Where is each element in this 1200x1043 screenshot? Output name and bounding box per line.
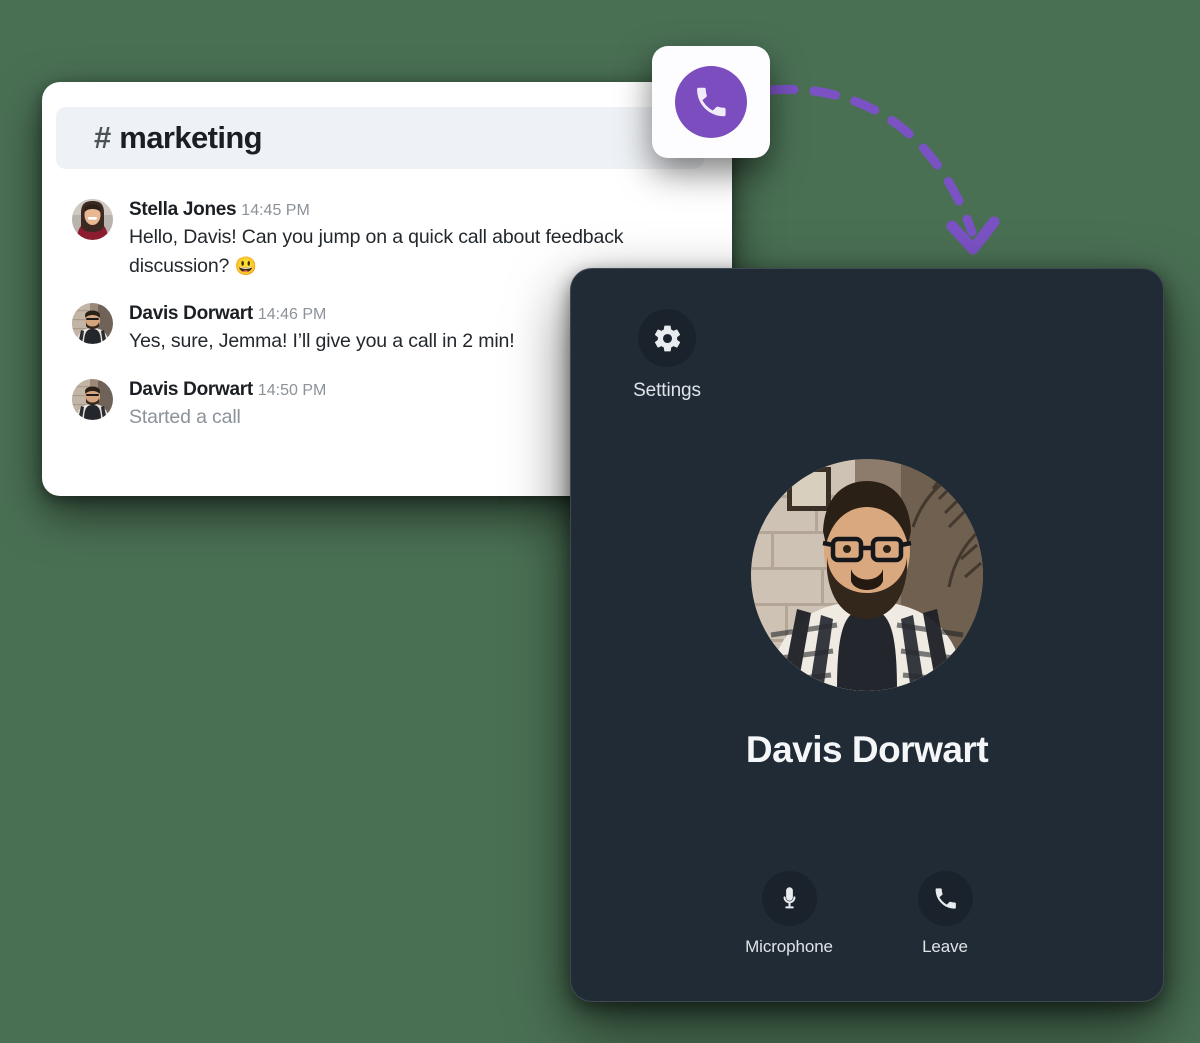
call-button-circle[interactable] bbox=[675, 66, 747, 138]
microphone-button-circle[interactable] bbox=[761, 871, 817, 926]
settings-button[interactable]: Settings bbox=[607, 309, 727, 402]
leave-button[interactable]: Leave bbox=[890, 871, 1000, 957]
message-author: Stella Jones bbox=[129, 199, 237, 220]
settings-label: Settings bbox=[633, 380, 701, 401]
start-call-button[interactable] bbox=[652, 46, 770, 158]
davis-dorwart-photo bbox=[751, 459, 983, 691]
message-time: 14:46 PM bbox=[257, 306, 327, 324]
gear-icon bbox=[654, 325, 680, 351]
message-author: Davis Dorwart bbox=[129, 303, 253, 325]
hash-icon: # bbox=[94, 120, 111, 155]
message-meta: Stella Jones 14:45 PM bbox=[129, 198, 732, 222]
leave-label: Leave bbox=[922, 937, 968, 956]
message-text-content: Hello, Davis! Can you jump on a quick ca… bbox=[129, 225, 624, 277]
davis-dorwart-avatar bbox=[72, 303, 113, 345]
channel-header[interactable]: # marketing bbox=[56, 107, 704, 169]
microphone-icon bbox=[783, 887, 795, 909]
channel-name: marketing bbox=[119, 120, 263, 155]
call-controls: Microphone Leave bbox=[571, 871, 1163, 957]
grinning-face-emoji: 😃 bbox=[234, 255, 257, 276]
screenshot-stage: # marketing Stella Jones 14:45 PM Hello,… bbox=[0, 0, 1200, 1043]
settings-button-circle[interactable] bbox=[638, 309, 696, 367]
leave-button-circle[interactable] bbox=[917, 871, 973, 926]
dashed-curved-arrow bbox=[760, 50, 1040, 280]
microphone-button[interactable]: Microphone bbox=[734, 871, 844, 957]
message-time: 14:50 PM bbox=[257, 382, 327, 400]
phone-icon bbox=[935, 888, 956, 909]
callee-name: Davis Dorwart bbox=[745, 729, 989, 770]
davis-dorwart-avatar bbox=[72, 379, 113, 421]
stella-jones-avatar bbox=[72, 199, 113, 240]
call-panel: Settings Davis Dorwart Microphone Leave bbox=[570, 268, 1164, 1002]
callee-block: Davis Dorwart bbox=[571, 459, 1163, 771]
message-time: 14:45 PM bbox=[241, 202, 310, 219]
phone-icon bbox=[697, 87, 726, 117]
message-author: Davis Dorwart bbox=[129, 379, 253, 401]
microphone-label: Microphone bbox=[745, 937, 833, 956]
